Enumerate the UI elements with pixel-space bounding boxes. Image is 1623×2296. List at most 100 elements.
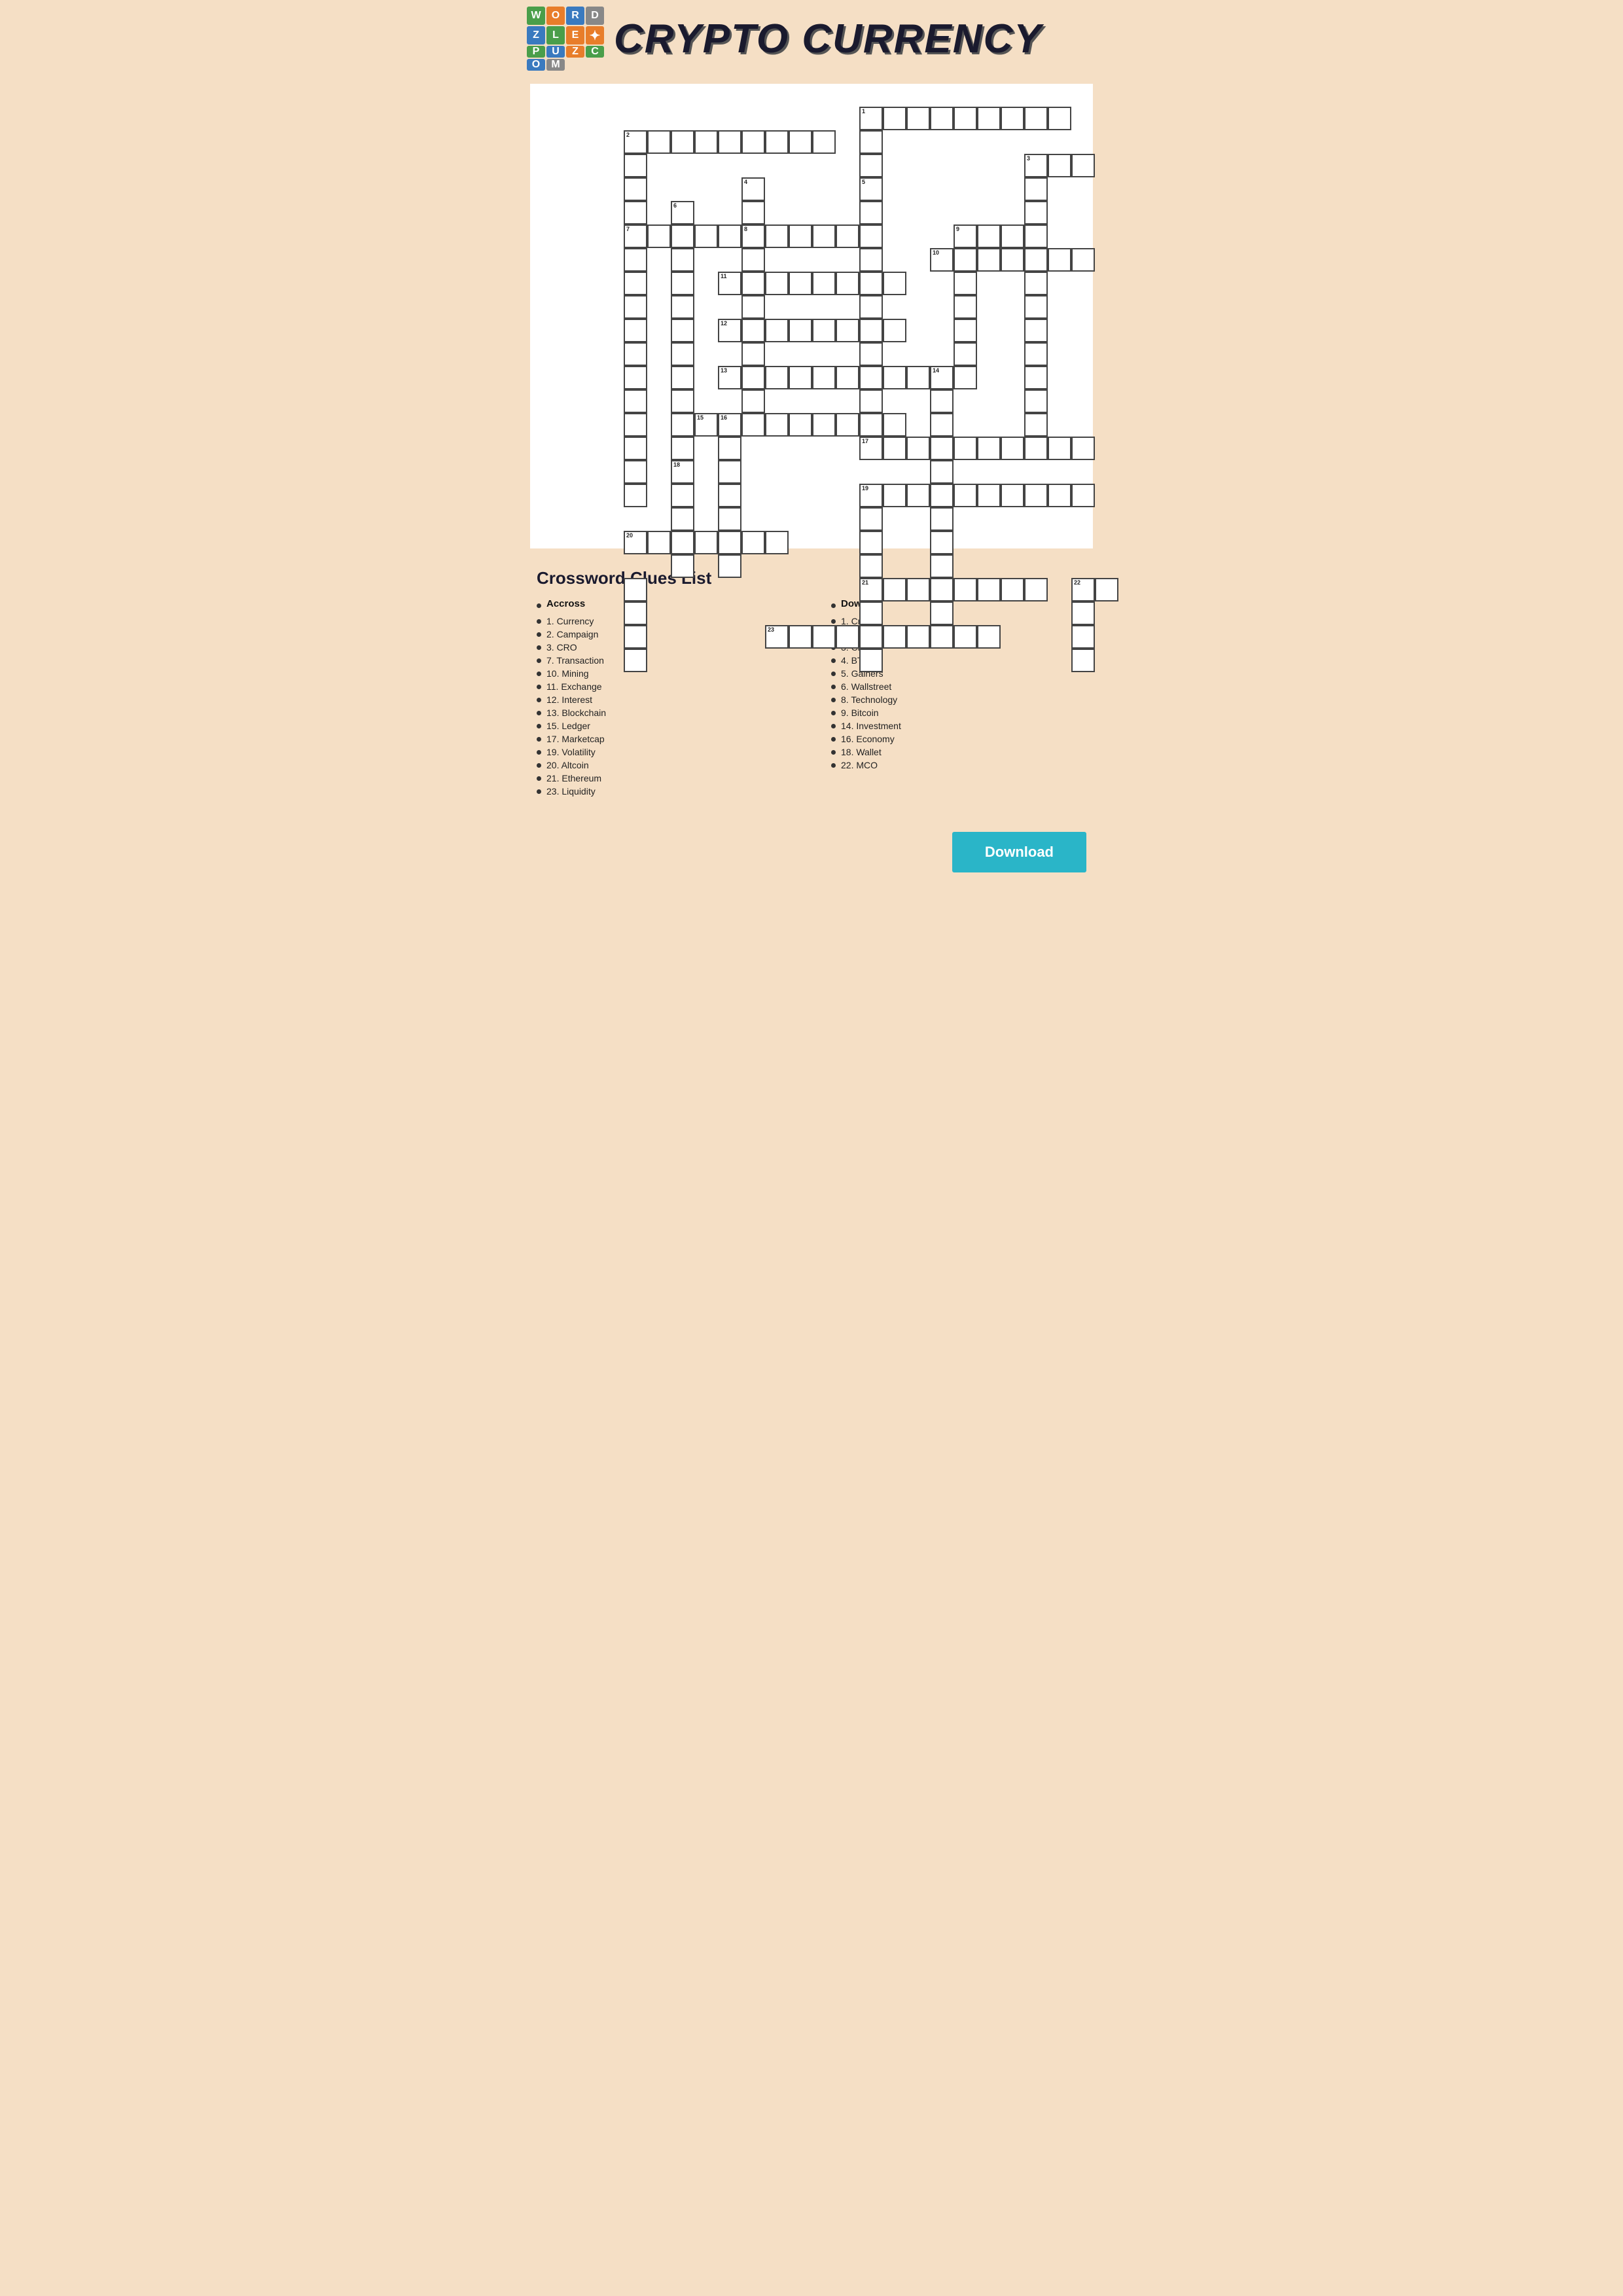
crossword-cell[interactable] (812, 625, 836, 649)
crossword-cell[interactable] (718, 484, 741, 507)
crossword-cell[interactable] (624, 272, 647, 295)
crossword-cell[interactable] (718, 507, 741, 531)
crossword-cell[interactable] (859, 649, 883, 672)
crossword-cell[interactable] (859, 295, 883, 319)
crossword-cell[interactable]: 12 (718, 319, 741, 342)
download-button[interactable]: Download (952, 832, 1086, 872)
crossword-cell[interactable] (1024, 437, 1048, 460)
crossword-cell[interactable] (930, 437, 954, 460)
crossword-cell[interactable] (883, 437, 906, 460)
crossword-cell[interactable] (765, 224, 789, 248)
crossword-cell[interactable] (1024, 272, 1048, 295)
crossword-cell[interactable] (1001, 578, 1024, 601)
crossword-cell[interactable] (859, 413, 883, 437)
crossword-cell[interactable] (741, 366, 765, 389)
crossword-cell[interactable]: 13 (718, 366, 741, 389)
crossword-cell[interactable] (906, 578, 930, 601)
crossword-cell[interactable] (1048, 437, 1071, 460)
crossword-cell[interactable] (836, 224, 859, 248)
crossword-cell[interactable]: 22 (1071, 578, 1095, 601)
crossword-cell[interactable] (1024, 107, 1048, 130)
crossword-cell[interactable] (671, 413, 694, 437)
crossword-cell[interactable] (977, 625, 1001, 649)
crossword-cell[interactable] (954, 107, 977, 130)
crossword-cell[interactable]: 6 (671, 201, 694, 224)
crossword-cell[interactable] (930, 107, 954, 130)
crossword-cell[interactable] (789, 272, 812, 295)
crossword-cell[interactable] (765, 319, 789, 342)
crossword-cell[interactable] (1024, 413, 1048, 437)
crossword-cell[interactable] (671, 342, 694, 366)
crossword-cell[interactable] (859, 319, 883, 342)
crossword-cell[interactable] (671, 507, 694, 531)
crossword-cell[interactable] (1024, 224, 1048, 248)
crossword-cell[interactable] (812, 272, 836, 295)
crossword-cell[interactable] (906, 625, 930, 649)
crossword-cell[interactable]: 10 (930, 248, 954, 272)
crossword-cell[interactable] (694, 130, 718, 154)
crossword-cell[interactable]: 8 (741, 224, 765, 248)
crossword-cell[interactable] (1024, 201, 1048, 224)
crossword-cell[interactable] (741, 413, 765, 437)
crossword-cell[interactable] (624, 201, 647, 224)
crossword-cell[interactable] (954, 295, 977, 319)
crossword-cell[interactable] (977, 578, 1001, 601)
crossword-cell[interactable] (624, 389, 647, 413)
crossword-cell[interactable] (836, 625, 859, 649)
crossword-cell[interactable] (859, 601, 883, 625)
crossword-cell[interactable] (765, 413, 789, 437)
crossword-cell[interactable] (789, 224, 812, 248)
crossword-cell[interactable] (1071, 437, 1095, 460)
crossword-cell[interactable]: 16 (718, 413, 741, 437)
crossword-cell[interactable] (859, 154, 883, 177)
crossword-cell[interactable]: 5 (859, 177, 883, 201)
crossword-cell[interactable]: 9 (954, 224, 977, 248)
crossword-cell[interactable] (906, 107, 930, 130)
crossword-cell[interactable] (883, 484, 906, 507)
crossword-cell[interactable] (1024, 578, 1048, 601)
crossword-cell[interactable]: 17 (859, 437, 883, 460)
crossword-cell[interactable] (954, 578, 977, 601)
crossword-cell[interactable] (671, 248, 694, 272)
crossword-cell[interactable] (1071, 154, 1095, 177)
crossword-cell[interactable] (906, 366, 930, 389)
crossword-cell[interactable] (624, 154, 647, 177)
crossword-cell[interactable] (1001, 248, 1024, 272)
crossword-cell[interactable] (718, 130, 741, 154)
crossword-cell[interactable] (883, 578, 906, 601)
crossword-cell[interactable] (1024, 389, 1048, 413)
crossword-cell[interactable] (671, 272, 694, 295)
crossword-cell[interactable]: 11 (718, 272, 741, 295)
crossword-cell[interactable] (859, 531, 883, 554)
crossword-cell[interactable] (765, 531, 789, 554)
crossword-cell[interactable]: 14 (930, 366, 954, 389)
crossword-cell[interactable] (718, 460, 741, 484)
crossword-cell[interactable] (671, 366, 694, 389)
crossword-cell[interactable] (859, 201, 883, 224)
crossword-cell[interactable] (624, 601, 647, 625)
crossword-cell[interactable] (765, 130, 789, 154)
crossword-cell[interactable] (977, 484, 1001, 507)
crossword-cell[interactable] (812, 366, 836, 389)
crossword-cell[interactable] (859, 625, 883, 649)
crossword-cell[interactable] (812, 130, 836, 154)
crossword-cell[interactable] (1048, 107, 1071, 130)
crossword-cell[interactable] (647, 130, 671, 154)
crossword-cell[interactable] (624, 177, 647, 201)
crossword-cell[interactable] (624, 342, 647, 366)
crossword-cell[interactable] (883, 625, 906, 649)
crossword-cell[interactable] (741, 295, 765, 319)
crossword-cell[interactable] (671, 484, 694, 507)
crossword-cell[interactable]: 2 (624, 130, 647, 154)
crossword-cell[interactable] (1071, 484, 1095, 507)
crossword-cell[interactable] (883, 413, 906, 437)
crossword-cell[interactable] (954, 319, 977, 342)
crossword-cell[interactable] (741, 272, 765, 295)
crossword-cell[interactable] (1048, 484, 1071, 507)
crossword-cell[interactable] (741, 531, 765, 554)
crossword-cell[interactable] (954, 342, 977, 366)
crossword-cell[interactable] (906, 437, 930, 460)
crossword-cell[interactable] (1024, 366, 1048, 389)
crossword-cell[interactable] (859, 389, 883, 413)
crossword-cell[interactable] (930, 389, 954, 413)
